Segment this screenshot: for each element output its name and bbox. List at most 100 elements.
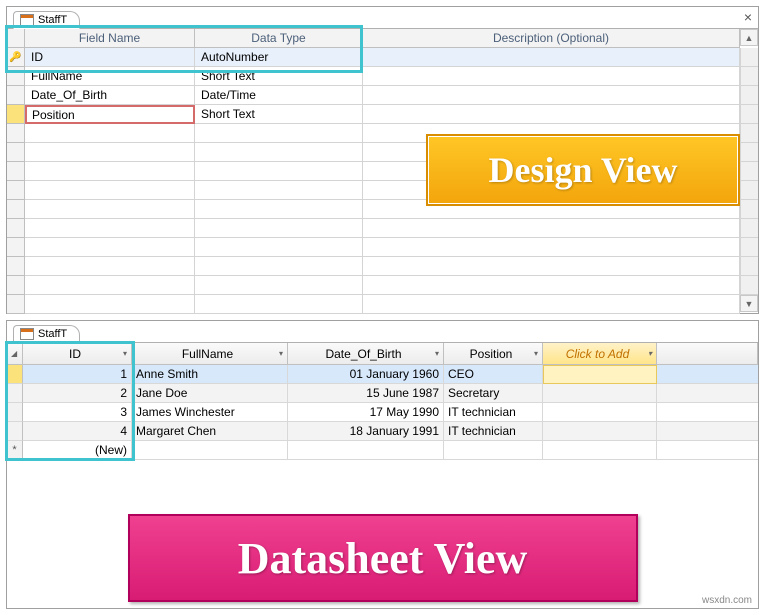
empty-cell[interactable] [25, 238, 195, 257]
cell-position[interactable]: CEO [444, 365, 543, 384]
empty-cell[interactable] [195, 219, 363, 238]
row-selector[interactable] [7, 67, 25, 86]
scrollbar-track[interactable] [740, 162, 758, 181]
cell-id-new[interactable]: (New) [23, 441, 132, 460]
cell-position[interactable]: IT technician [444, 403, 543, 422]
close-icon[interactable]: × [744, 9, 752, 25]
empty-cell[interactable] [25, 257, 195, 276]
cell-new[interactable] [444, 441, 543, 460]
row-selector[interactable] [7, 257, 25, 276]
table-tab[interactable]: StaffT [13, 325, 80, 343]
row-selector[interactable] [7, 124, 25, 143]
row-selector[interactable] [7, 422, 23, 441]
cell-fullname[interactable]: Jane Doe [132, 384, 288, 403]
scrollbar-track[interactable] [740, 181, 758, 200]
col-header-position[interactable]: Position▾ [444, 343, 543, 365]
data-type-cell[interactable]: Short Text [195, 105, 363, 124]
empty-cell[interactable] [25, 219, 195, 238]
row-selector[interactable] [7, 162, 25, 181]
row-selector[interactable]: 🔑 [7, 48, 25, 67]
corner-header[interactable] [7, 29, 25, 48]
row-selector[interactable] [7, 105, 25, 124]
field-name-cell[interactable]: Position [25, 105, 195, 124]
row-selector[interactable] [7, 181, 25, 200]
empty-cell[interactable] [195, 295, 363, 314]
data-type-cell[interactable]: Date/Time [195, 86, 363, 105]
empty-cell[interactable] [25, 162, 195, 181]
col-header-description[interactable]: Description (Optional) [363, 29, 740, 48]
cell-fullname[interactable]: James Winchester [132, 403, 288, 422]
description-cell[interactable] [363, 86, 740, 105]
row-selector-header[interactable]: ◢ [7, 343, 23, 365]
cell-new[interactable] [657, 441, 758, 460]
cell-dob[interactable]: 01 January 1960 [288, 365, 444, 384]
row-selector[interactable] [7, 384, 23, 403]
scroll-down-icon[interactable]: ▼ [740, 295, 758, 312]
row-selector[interactable] [7, 219, 25, 238]
empty-cell[interactable] [25, 295, 195, 314]
col-header-dob[interactable]: Date_Of_Birth▾ [288, 343, 444, 365]
empty-cell[interactable] [363, 219, 740, 238]
row-selector[interactable] [7, 86, 25, 105]
cell-fullname[interactable]: Anne Smith [132, 365, 288, 384]
data-type-cell[interactable]: AutoNumber [195, 48, 363, 67]
row-selector[interactable] [7, 200, 25, 219]
empty-cell[interactable] [195, 276, 363, 295]
cell-new[interactable] [543, 441, 657, 460]
row-selector[interactable] [7, 276, 25, 295]
cell-position[interactable]: Secretary [444, 384, 543, 403]
empty-cell[interactable] [25, 143, 195, 162]
empty-cell[interactable] [363, 238, 740, 257]
empty-cell[interactable] [195, 238, 363, 257]
empty-cell[interactable] [195, 143, 363, 162]
table-tab[interactable]: StaffT [13, 11, 80, 29]
new-row-selector[interactable]: * [7, 441, 23, 460]
description-cell[interactable] [363, 105, 740, 124]
empty-cell[interactable] [195, 124, 363, 143]
empty-cell[interactable] [195, 162, 363, 181]
row-selector[interactable] [7, 143, 25, 162]
cell-position[interactable]: IT technician [444, 422, 543, 441]
col-header-fullname[interactable]: FullName▾ [132, 343, 288, 365]
scrollbar-track[interactable] [740, 105, 758, 124]
empty-cell[interactable] [195, 181, 363, 200]
cell-id[interactable]: 4 [23, 422, 132, 441]
cell-new[interactable] [132, 441, 288, 460]
scrollbar-track[interactable] [740, 257, 758, 276]
empty-cell[interactable] [25, 124, 195, 143]
empty-cell[interactable] [363, 257, 740, 276]
col-header-add[interactable]: Click to Add▾ [543, 343, 657, 365]
col-header-id[interactable]: ID▾ [23, 343, 132, 365]
cell-dob[interactable]: 15 June 1987 [288, 384, 444, 403]
cell-add[interactable] [543, 422, 657, 441]
scrollbar-track[interactable] [740, 124, 758, 143]
scroll-up-icon[interactable]: ▲ [740, 29, 758, 46]
cell-dob[interactable]: 17 May 1990 [288, 403, 444, 422]
row-selector[interactable] [7, 238, 25, 257]
scrollbar-track[interactable] [740, 276, 758, 295]
cell-id[interactable]: 3 [23, 403, 132, 422]
cell-id[interactable]: 1 [23, 365, 132, 384]
data-type-cell[interactable]: Short Text [195, 67, 363, 86]
scrollbar-track[interactable] [740, 143, 758, 162]
empty-cell[interactable] [25, 200, 195, 219]
description-cell[interactable] [363, 67, 740, 86]
scrollbar-track[interactable] [740, 238, 758, 257]
field-name-cell[interactable]: FullName [25, 67, 195, 86]
cell-add[interactable] [543, 403, 657, 422]
empty-cell[interactable] [363, 276, 740, 295]
cell-new[interactable] [288, 441, 444, 460]
scrollbar-track[interactable] [740, 67, 758, 86]
row-selector[interactable] [7, 365, 23, 384]
cell-dob[interactable]: 18 January 1991 [288, 422, 444, 441]
row-selector[interactable] [7, 403, 23, 422]
empty-cell[interactable] [195, 200, 363, 219]
col-header-datatype[interactable]: Data Type [195, 29, 363, 48]
cell-fullname[interactable]: Margaret Chen [132, 422, 288, 441]
empty-cell[interactable] [195, 257, 363, 276]
cell-add[interactable] [543, 365, 657, 384]
empty-cell[interactable] [25, 181, 195, 200]
scrollbar-track[interactable] [740, 86, 758, 105]
scrollbar-track[interactable] [740, 48, 758, 67]
col-header-fieldname[interactable]: Field Name [25, 29, 195, 48]
